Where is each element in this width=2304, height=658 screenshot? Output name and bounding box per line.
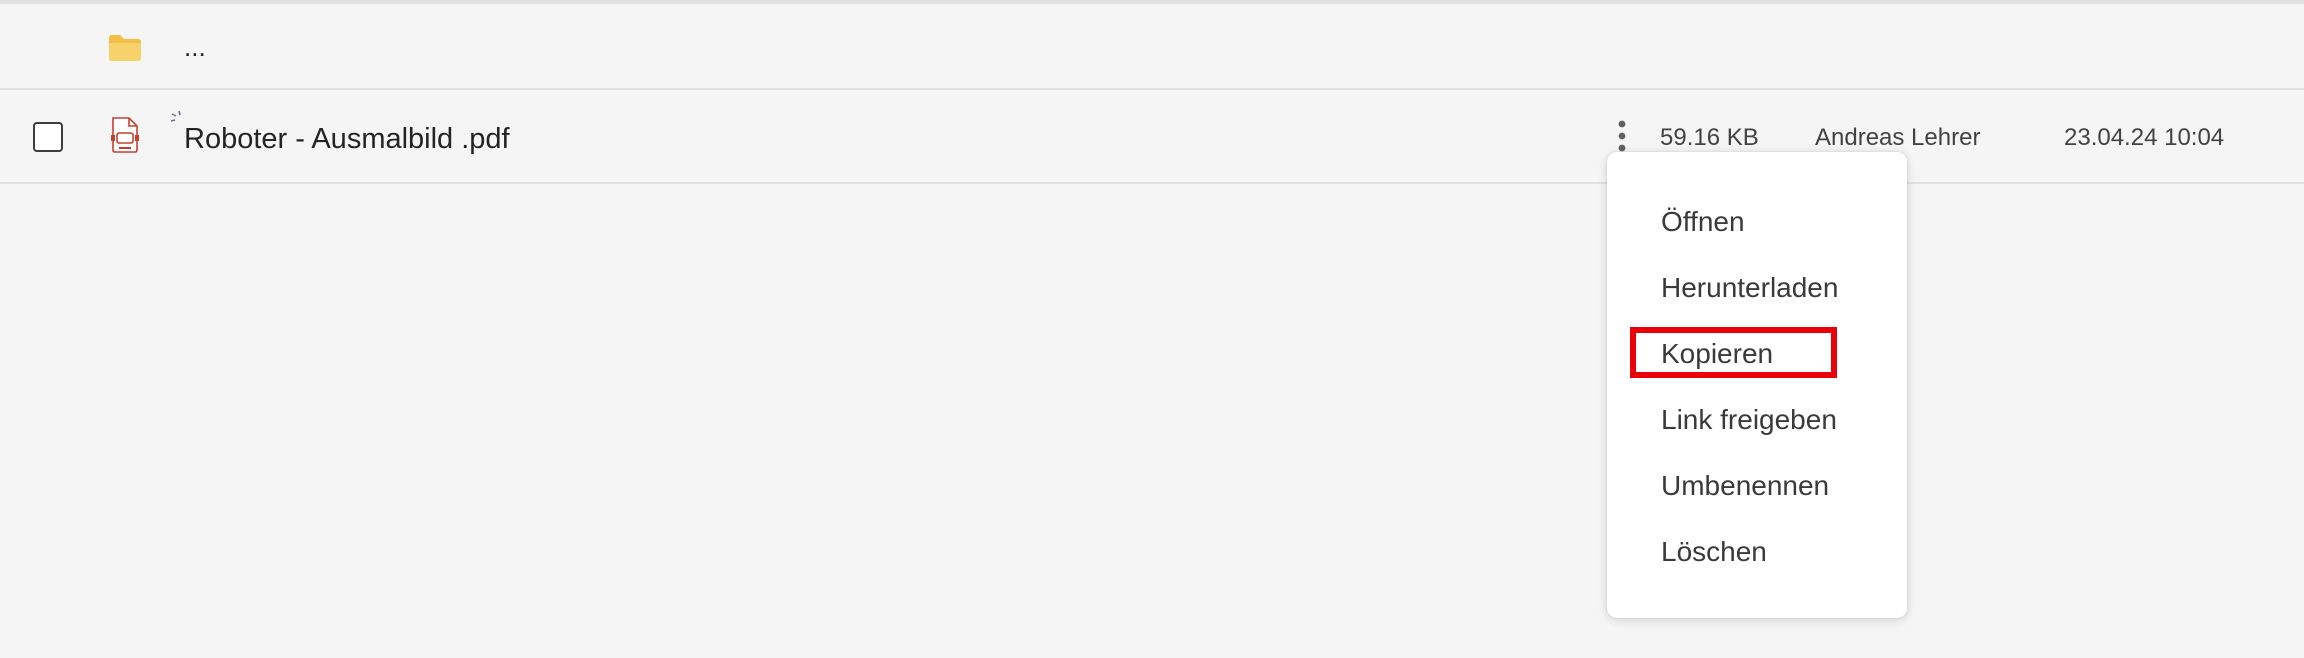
menu-item-rename[interactable]: Umbenennen xyxy=(1661,469,1829,503)
menu-item-open[interactable]: Öffnen xyxy=(1661,205,1745,239)
more-vertical-icon[interactable] xyxy=(1615,119,1629,153)
menu-item-share-link[interactable]: Link freigeben xyxy=(1661,403,1837,437)
menu-item-delete[interactable]: Löschen xyxy=(1661,535,1767,569)
file-modified-date: 23.04.24 10:04 xyxy=(2064,124,2225,151)
file-owner: Andreas Lehrer xyxy=(1815,124,1981,151)
context-menu: Öffnen Herunterladen Kopieren Link freig… xyxy=(1607,152,1907,618)
file-size: 59.16 KB xyxy=(1660,124,1759,151)
pdf-file-icon xyxy=(110,117,140,153)
parent-folder-row[interactable]: ... xyxy=(0,4,2304,90)
menu-item-copy[interactable]: Kopieren xyxy=(1661,337,1773,371)
folder-icon xyxy=(108,34,142,62)
row-checkbox[interactable] xyxy=(33,122,63,152)
file-row[interactable]: Roboter - Ausmalbild .pdf 59.16 KB Andre… xyxy=(0,90,2304,184)
parent-folder-label[interactable]: ... xyxy=(184,32,206,62)
file-name[interactable]: Roboter - Ausmalbild .pdf xyxy=(184,122,510,156)
menu-item-download[interactable]: Herunterladen xyxy=(1661,271,1838,305)
